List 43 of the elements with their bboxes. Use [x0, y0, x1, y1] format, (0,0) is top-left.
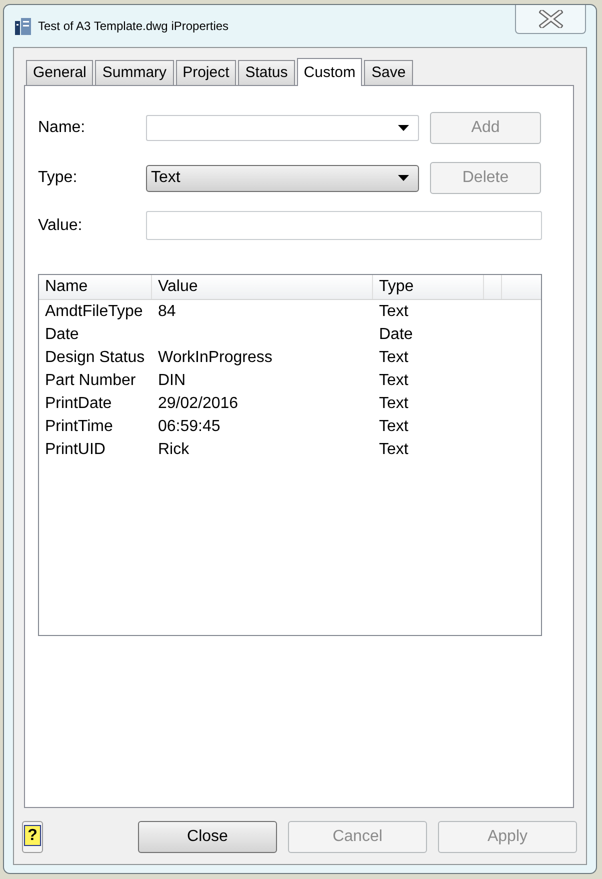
tab[interactable]: Status [238, 60, 295, 85]
table-cell-text: Text [379, 370, 408, 390]
column-header[interactable]: Value [152, 275, 373, 299]
table-cell-text: Text [379, 348, 408, 368]
field-label: Name: [38, 118, 86, 138]
table-cell-text: Rick [158, 440, 190, 460]
table-cell-text: Date [45, 324, 79, 344]
table-cell-text: Date [379, 324, 413, 344]
table-cell-text: PrintTime [45, 416, 113, 436]
table-cell-text: WorkInProgress [158, 348, 272, 368]
table-cell-text: Part Number [45, 370, 136, 390]
window-close-button[interactable] [515, 5, 586, 34]
tab[interactable]: Summary [95, 60, 174, 85]
caret-icon [398, 125, 409, 131]
field-label: Value: [38, 216, 84, 236]
table-cell-text: PrintUID [45, 440, 106, 460]
table-cell-text: Text [379, 440, 408, 460]
table-cell-text: PrintDate [45, 394, 112, 414]
tab[interactable]: Custom [296, 58, 362, 86]
close-icon [538, 10, 562, 28]
caret-icon [398, 175, 409, 181]
table-cell-text: Text [379, 302, 408, 322]
table-cell-text: Design Status [45, 348, 145, 368]
tab[interactable]: Project [176, 60, 236, 85]
column-header[interactable]: Type [373, 275, 484, 299]
table-cell-text: Text [379, 416, 408, 436]
input-field[interactable] [146, 211, 542, 240]
column-header[interactable]: Name [39, 275, 152, 299]
button[interactable]: Close [138, 821, 277, 853]
table-cell-text: AmdtFileType [45, 302, 143, 322]
field-label: Type: [38, 168, 78, 188]
dropdown-field[interactable]: Text [146, 164, 419, 192]
file-icon [15, 18, 31, 34]
table-cell-text: DIN [158, 370, 186, 390]
window-title: Test of A3 Template.dwg iProperties [38, 18, 229, 34]
tab[interactable]: General [26, 60, 94, 85]
table-cell-text: 84 [158, 302, 176, 322]
combo-box[interactable] [146, 115, 419, 141]
table-cell-text: 29/02/2016 [158, 394, 238, 414]
table-cell-text: 06:59:45 [158, 416, 220, 436]
help-button[interactable]: ? [22, 821, 43, 853]
tab[interactable]: Save [364, 60, 413, 85]
table-cell-text: Text [379, 394, 408, 414]
